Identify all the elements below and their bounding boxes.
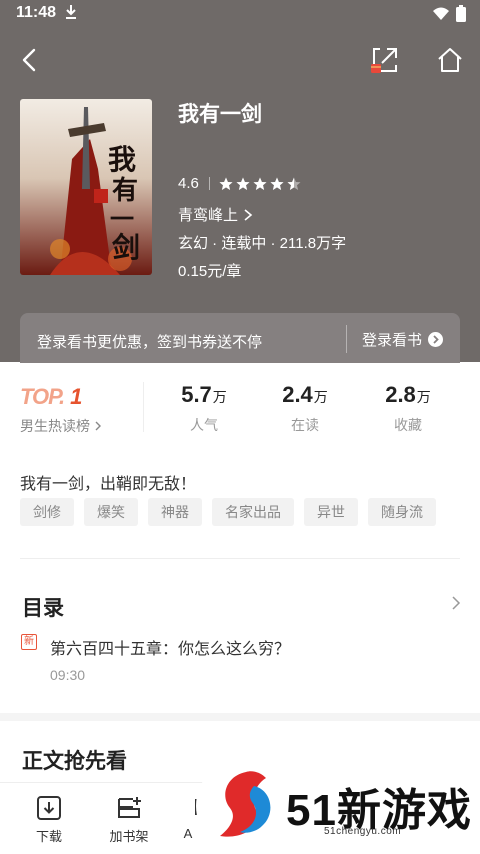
stat-label: 人气 xyxy=(190,417,218,433)
book-intro[interactable]: 我有一剑，出鞘即无敌！ xyxy=(20,470,196,494)
tag[interactable]: 爆笑 xyxy=(84,498,138,526)
add-shelf-icon xyxy=(118,797,141,818)
stat-label: 在读 xyxy=(291,417,319,433)
stat-reading: 2.4万 在读 xyxy=(260,382,350,435)
rank-list-name: 男生热读榜 xyxy=(20,418,90,434)
login-divider xyxy=(346,325,347,353)
login-promo-text: 登录看书更优惠，签到书券送不停 xyxy=(37,334,263,351)
star-icon xyxy=(287,177,301,190)
download-button[interactable]: 下载 xyxy=(19,795,79,845)
download-icon xyxy=(37,796,61,820)
star-icon xyxy=(219,177,233,190)
tag[interactable]: 名家出品 xyxy=(212,498,294,526)
download-label: 下载 xyxy=(35,829,62,844)
stat-unit: 万 xyxy=(212,389,227,405)
watermark-logo-icon xyxy=(220,771,271,837)
tag[interactable]: 神器 xyxy=(148,498,202,526)
wifi-icon xyxy=(433,7,449,20)
third-action-label: A xyxy=(183,826,193,841)
status-time: 11:48 xyxy=(16,4,57,21)
chevron-right-icon xyxy=(95,421,101,431)
latest-chapter[interactable]: 第六百四十五章：你怎么这么穷？ xyxy=(50,635,290,659)
section-divider xyxy=(20,558,460,559)
watermark-domain: 51chengyu.com xyxy=(324,826,402,837)
site-watermark: 51新游戏 51chengyu.com xyxy=(196,758,480,854)
book-price: 0.15元/章 xyxy=(178,263,242,280)
share-icon[interactable] xyxy=(368,44,400,76)
add-shelf-button[interactable]: 加书架 xyxy=(99,795,159,845)
preview-title: 正文抢先看 xyxy=(22,750,127,773)
author-link[interactable]: 青鸾峰上 xyxy=(178,204,254,225)
stats-divider xyxy=(143,382,144,432)
book-cover[interactable]: 我 有 一 剑 xyxy=(20,99,152,275)
book-meta: 玄幻 · 连载中 · 211.8万字 xyxy=(178,235,347,252)
back-icon[interactable] xyxy=(16,46,44,74)
star-icon xyxy=(270,177,284,190)
star-icon xyxy=(236,177,250,190)
rank-list-link[interactable]: 男生热读榜 xyxy=(20,416,103,436)
stat-value: 5.7 xyxy=(181,382,212,407)
tag[interactable]: 异世 xyxy=(304,498,358,526)
star-rating xyxy=(219,177,301,191)
star-icon xyxy=(253,177,267,190)
stat-unit: 万 xyxy=(416,389,431,405)
rating-score: 4.6 xyxy=(178,175,199,192)
stat-popularity: 5.7万 人气 xyxy=(159,382,249,435)
stat-value: 2.8 xyxy=(385,382,416,407)
svg-text:剑: 剑 xyxy=(112,231,140,264)
chapter-update-time: 09:30 xyxy=(50,667,86,683)
rank-number: 1 xyxy=(70,384,82,409)
svg-text:有: 有 xyxy=(112,176,138,206)
rank-top-label: TOP. xyxy=(20,384,65,409)
chevron-right-icon xyxy=(244,208,253,221)
download-status-icon xyxy=(66,5,76,19)
toc-title[interactable]: 目录 xyxy=(22,592,64,622)
arrow-circle-right-icon xyxy=(428,332,444,347)
login-promo-bar[interactable]: 登录看书更优惠，签到书券送不停 登录看书 xyxy=(20,313,460,363)
tag-list: 剑修 爆笑 神器 名家出品 异世 随身流 xyxy=(20,498,436,526)
svg-text:一: 一 xyxy=(110,204,134,233)
rating-row: 4.6 xyxy=(178,175,301,192)
rating-divider xyxy=(208,177,210,190)
battery-icon xyxy=(456,5,466,22)
book-stats: TOP. 1 男生热读榜 5.7万 人气 2.4万 在读 2.8万 收藏 xyxy=(0,364,480,442)
stat-unit: 万 xyxy=(313,389,328,405)
home-icon[interactable] xyxy=(434,44,466,76)
add-shelf-label: 加书架 xyxy=(109,829,149,844)
author-name: 青鸾峰上 xyxy=(178,207,239,224)
status-bar: 11:48 xyxy=(0,0,480,28)
cover-title-text: 我 xyxy=(108,143,136,176)
login-button-label: 登录看书 xyxy=(362,332,423,349)
tag[interactable]: 剑修 xyxy=(20,498,74,526)
stat-value: 2.4 xyxy=(282,382,313,407)
login-button[interactable]: 登录看书 xyxy=(362,329,444,350)
status-indicators xyxy=(432,5,466,22)
rank-badge: TOP. 1 xyxy=(20,384,82,410)
new-badge: 新 xyxy=(21,634,37,650)
book-title: 我有一剑 xyxy=(178,103,262,126)
stat-favorites: 2.8万 收藏 xyxy=(363,382,453,435)
chevron-right-icon[interactable] xyxy=(450,595,462,611)
stat-label: 收藏 xyxy=(394,417,422,433)
tag[interactable]: 随身流 xyxy=(368,498,436,526)
book-hero: 11:48 我 有 一 剑 我有一剑 4.6 青鸾峰上 玄幻 · 连载中 · 2… xyxy=(0,0,480,363)
section-gap xyxy=(0,713,480,721)
